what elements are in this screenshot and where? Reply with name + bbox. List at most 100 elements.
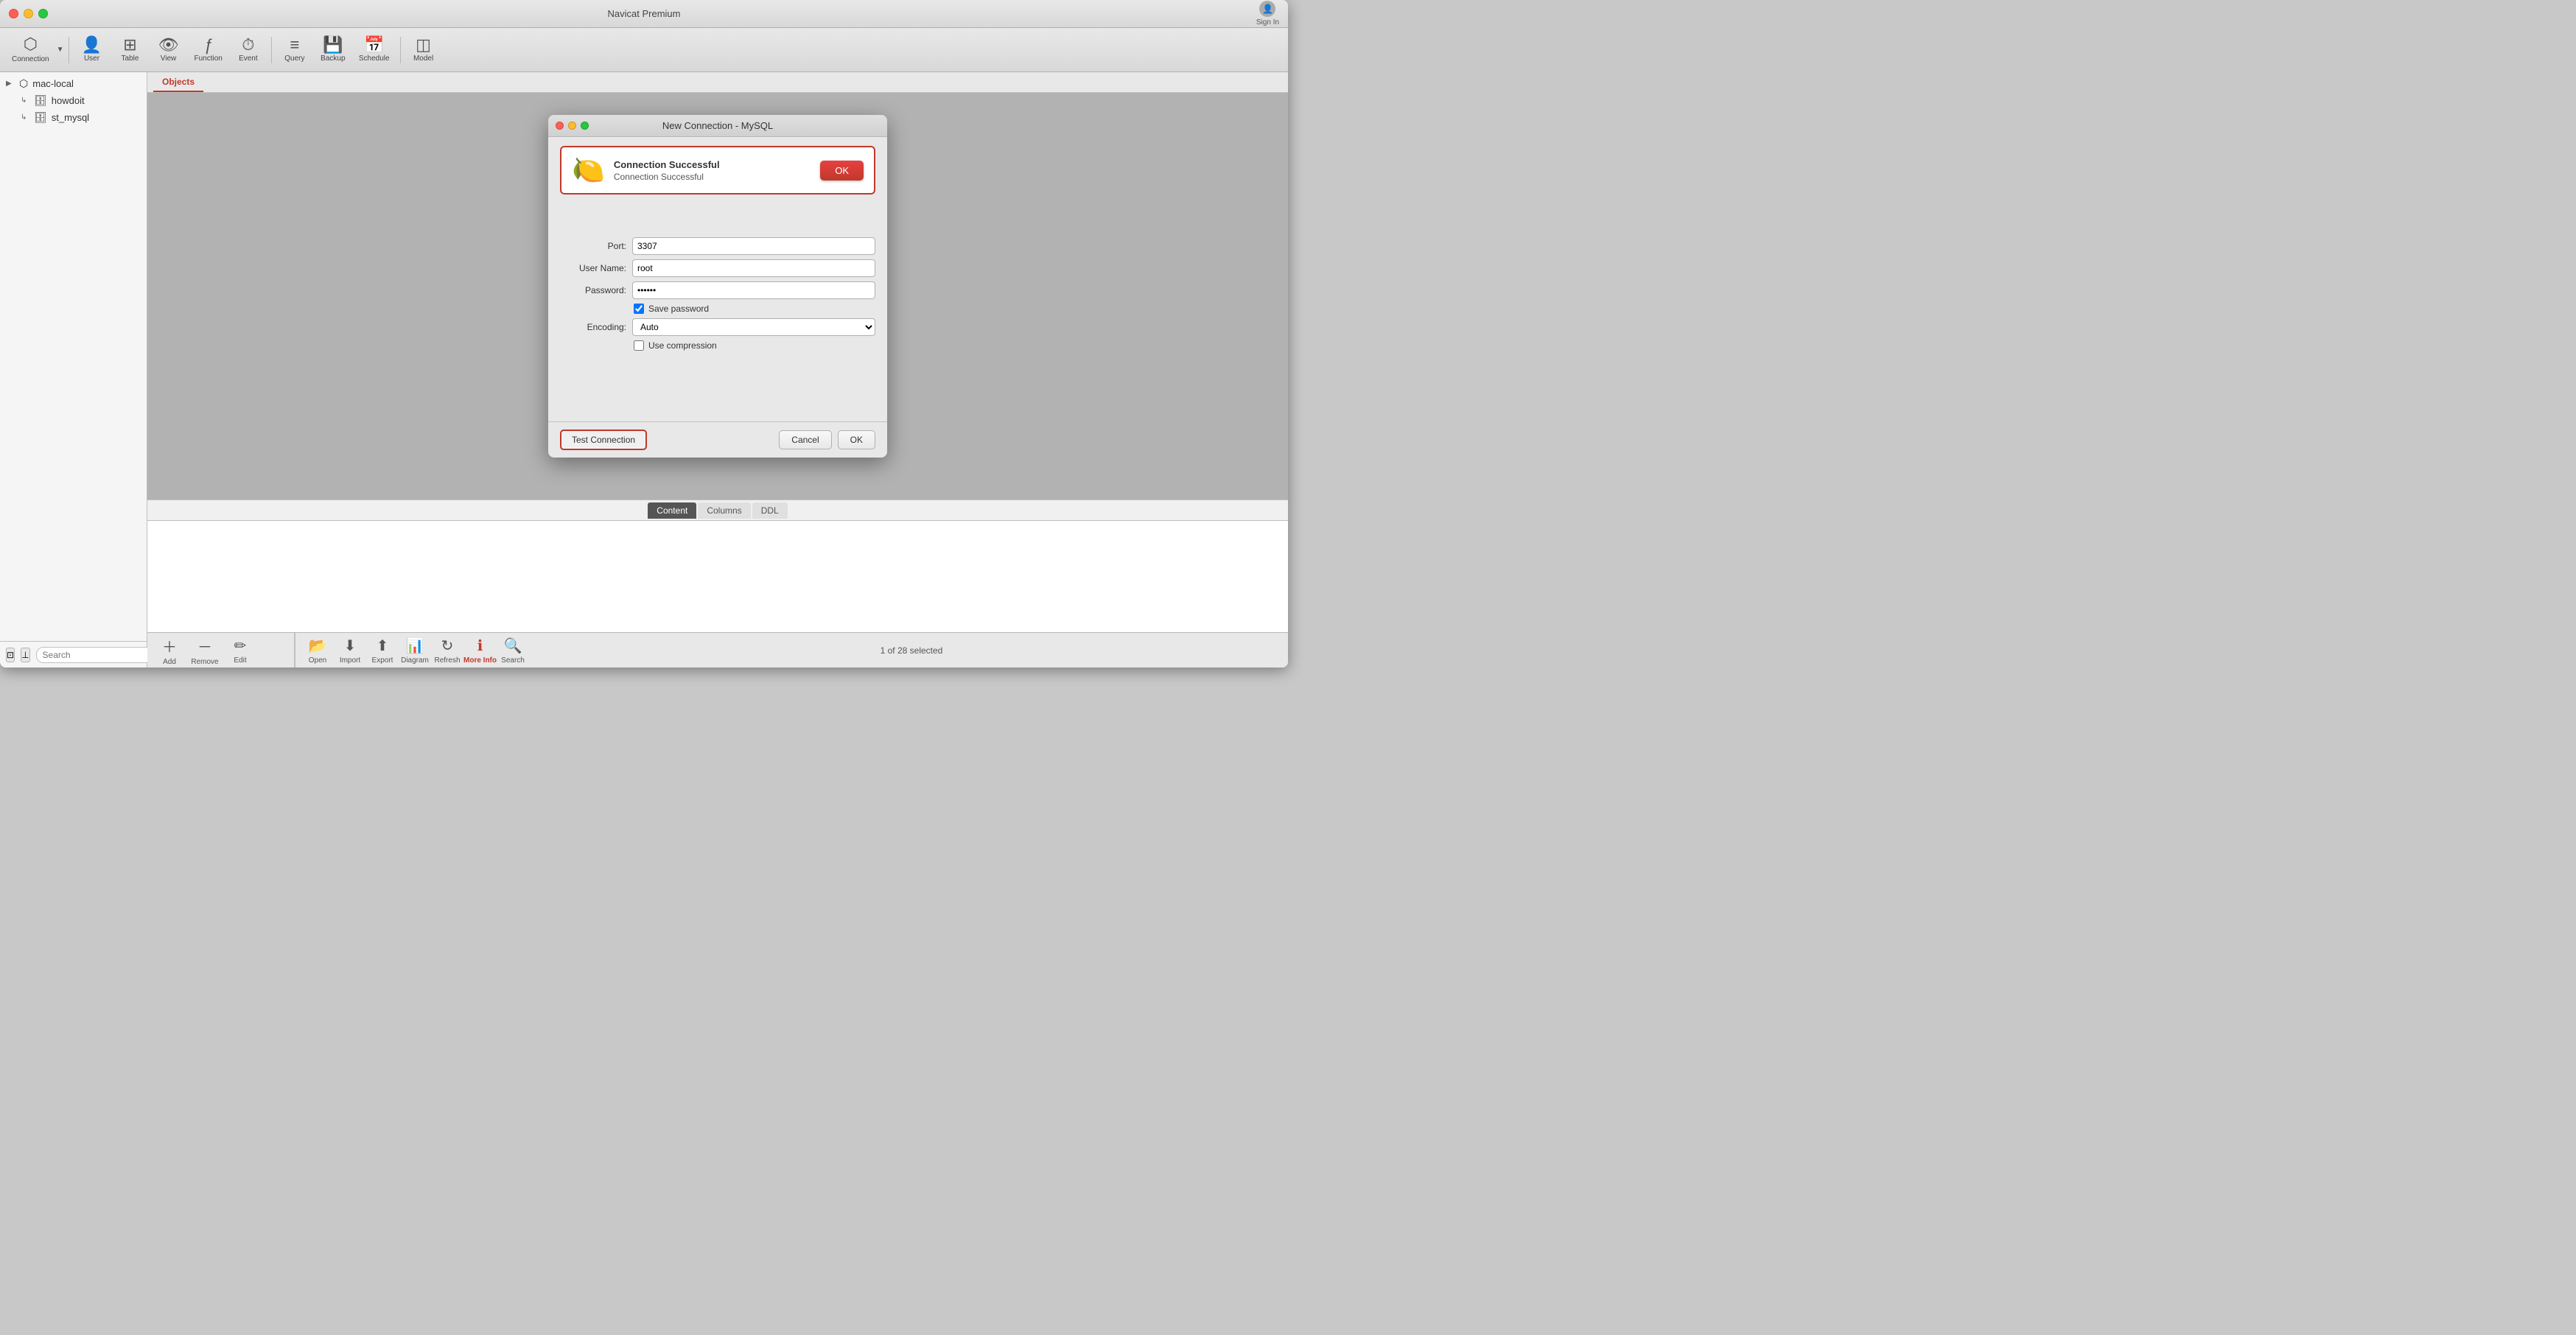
model-label: Model [413, 55, 433, 63]
toolbar-schedule[interactable]: 📅 Schedule [353, 34, 396, 66]
modal-overlay: New Connection - MySQL 🍋 Connection Succ… [147, 93, 1288, 500]
bottom-tabs: Content Columns DDL [147, 500, 1288, 521]
remove-label: Remove [191, 658, 218, 666]
main-content: ▶ ⬡ mac-local ↳ 🗄 howdoit ↳ 🗄 st_mysql [0, 72, 1288, 668]
refresh-icon: ↻ [441, 637, 454, 655]
sidebar-toggle-button[interactable]: ⊡ [6, 648, 15, 662]
sidebar-toggle-button-2[interactable]: ⊥ [21, 648, 29, 662]
port-label: Port: [560, 241, 626, 251]
view-icon: 👁 [158, 37, 179, 53]
tab-content[interactable]: Content [648, 502, 696, 519]
save-password-checkbox[interactable] [634, 304, 644, 314]
dialog-maximize-button[interactable] [581, 122, 589, 130]
import-action[interactable]: ⬇ Import [334, 637, 366, 665]
password-row: Password: [560, 281, 875, 299]
sidebar-item-mac-local[interactable]: ▶ ⬡ mac-local [0, 75, 147, 92]
refresh-action[interactable]: ↻ Refresh [431, 637, 463, 665]
toolbar-function[interactable]: ƒ Function [189, 34, 228, 66]
event-label: Event [239, 55, 258, 63]
remove-action[interactable]: － Remove [189, 635, 221, 666]
search-icon: 🔍 [504, 637, 522, 655]
save-password-row: Save password [634, 304, 875, 314]
backup-icon: 💾 [323, 37, 343, 53]
open-action[interactable]: 📂 Open [301, 637, 334, 665]
cancel-button[interactable]: Cancel [779, 430, 831, 449]
sign-in-label: Sign In [1256, 18, 1279, 27]
window-controls [9, 9, 48, 18]
search-action[interactable]: 🔍 Search [497, 637, 529, 665]
diagram-action[interactable]: 📊 Diagram [399, 637, 431, 665]
more-info-action[interactable]: ℹ More Info [463, 637, 497, 665]
dialog-minimize-button[interactable] [568, 122, 576, 130]
model-icon: ◫ [416, 37, 431, 53]
database-icon-st-mysql: 🗄 [34, 111, 47, 124]
tab-objects[interactable]: Objects [153, 74, 203, 92]
host-row [560, 215, 875, 233]
add-icon: ＋ [162, 635, 177, 656]
dialog-buttons: Test Connection Cancel OK [548, 421, 887, 458]
title-bar: Navicat Premium 👤 Sign In [0, 0, 1288, 28]
add-action[interactable]: ＋ Add [153, 635, 186, 666]
use-compression-label: Use compression [648, 340, 717, 351]
toolbar-backup[interactable]: 💾 Backup [315, 34, 351, 66]
minimize-button[interactable] [24, 9, 33, 18]
maximize-button[interactable] [38, 9, 48, 18]
sidebar-search-input[interactable] [36, 647, 164, 663]
connection-tree-icon: ⬡ [19, 77, 28, 90]
success-text: Connection Successful Connection Success… [614, 159, 811, 182]
toolbar-view[interactable]: 👁 View [150, 34, 187, 66]
export-action[interactable]: ⬆ Export [366, 637, 399, 665]
app-title: Navicat Premium [608, 8, 681, 19]
notification-ok-button[interactable]: OK [820, 161, 864, 181]
diagram-icon: 📊 [406, 637, 424, 655]
sidebar-item-howdoit[interactable]: ↳ 🗄 howdoit [0, 92, 147, 109]
sidebar-item-st-mysql[interactable]: ↳ 🗄 st_mysql [0, 109, 147, 126]
encoding-select[interactable]: Auto UTF-8 Latin-1 [632, 318, 875, 336]
ok-button[interactable]: OK [838, 430, 875, 449]
close-button[interactable] [9, 9, 18, 18]
edit-action[interactable]: ✏ Edit [224, 637, 256, 665]
tab-columns[interactable]: Columns [698, 502, 750, 519]
test-connection-button[interactable]: Test Connection [560, 430, 647, 450]
sidebar-label-mac-local: mac-local [32, 78, 74, 89]
view-label: View [161, 55, 177, 63]
connection-label: Connection [12, 55, 49, 63]
navicat-logo-icon: 🍋 [572, 155, 605, 186]
use-compression-checkbox[interactable] [634, 340, 644, 351]
tab-ddl[interactable]: DDL [752, 502, 788, 519]
import-icon: ⬇ [344, 637, 357, 655]
toolbar-event[interactable]: ⏱ Event [230, 34, 267, 66]
dialog-close-button[interactable] [556, 122, 564, 130]
status-bar: ＋ Add － Remove ✏ Edit 📂 Open [147, 632, 1288, 668]
port-row: Port: [560, 237, 875, 255]
success-title: Connection Successful [614, 159, 811, 170]
toolbar-query[interactable]: ≡ Query [276, 34, 313, 66]
database-icon-howdoit: 🗄 [34, 94, 47, 107]
query-label: Query [284, 55, 304, 63]
title-bar-right: 👤 Sign In [1256, 1, 1279, 27]
password-input[interactable] [632, 281, 875, 299]
port-input[interactable] [632, 237, 875, 255]
toolbar-model[interactable]: ◫ Model [405, 34, 442, 66]
use-compression-row: Use compression [634, 340, 875, 351]
encoding-label: Encoding: [560, 322, 626, 332]
username-row: User Name: [560, 259, 875, 277]
form-spacer [548, 355, 887, 414]
main-window: Navicat Premium 👤 Sign In ⬡ Connection ▼… [0, 0, 1288, 668]
content-area: New Connection - MySQL 🍋 Connection Succ… [147, 93, 1288, 500]
objects-tab-bar: Objects [147, 72, 1288, 93]
toolbar-table[interactable]: ⊞ Table [112, 34, 149, 66]
toolbar-user[interactable]: 👤 User [74, 34, 111, 66]
username-input[interactable] [632, 259, 875, 277]
dialog-title: New Connection - MySQL [662, 120, 773, 131]
username-label: User Name: [560, 263, 626, 273]
toolbar-connection[interactable]: ⬡ Connection [6, 33, 55, 66]
connection-dropdown-arrow[interactable]: ▼ [57, 46, 64, 54]
toolbar-separator-3 [400, 37, 401, 63]
table-label: Table [122, 55, 139, 63]
schedule-label: Schedule [359, 55, 390, 63]
sign-in-button[interactable]: 👤 Sign In [1256, 1, 1279, 27]
sidebar-bottom: ⊡ ⊥ [0, 641, 147, 668]
dialog-form: Port: User Name: Password: [548, 203, 887, 421]
query-icon: ≡ [290, 37, 299, 53]
